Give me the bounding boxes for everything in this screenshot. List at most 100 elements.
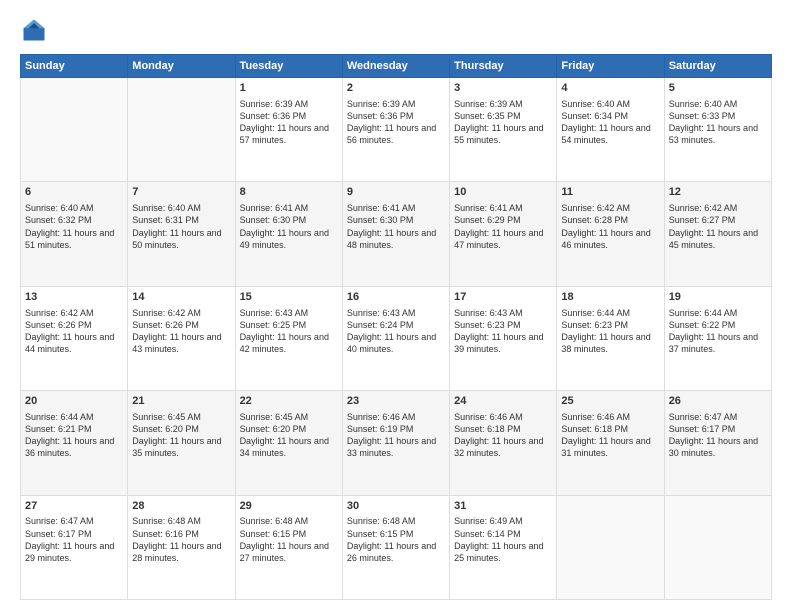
calendar-cell: 8Sunrise: 6:41 AMSunset: 6:30 PMDaylight…	[235, 182, 342, 286]
weekday-header-friday: Friday	[557, 55, 664, 78]
calendar-cell: 31Sunrise: 6:49 AMSunset: 6:14 PMDayligh…	[450, 495, 557, 599]
day-number: 22	[240, 394, 338, 409]
calendar-cell: 19 Sunrise: 6:44 AMSunset: 6:22 PMDayligh…	[664, 286, 771, 390]
calendar-cell: 28Sunrise: 6:48 AMSunset: 6:16 PMDayligh…	[128, 495, 235, 599]
weekday-header-saturday: Saturday	[664, 55, 771, 78]
day-number: 13	[25, 290, 123, 305]
calendar-cell: 9 Sunrise: 6:41 AMSunset: 6:30 PMDaylight…	[342, 182, 449, 286]
day-info: Sunrise: 6:44 AMSunset: 6:21 PMDaylight:…	[25, 411, 123, 460]
day-number: 24	[454, 394, 552, 409]
calendar-cell	[557, 495, 664, 599]
calendar-cell: 12 Sunrise: 6:42 AMSunset: 6:27 PMDayligh…	[664, 182, 771, 286]
calendar-cell: 15 Sunrise: 6:43 AMSunset: 6:25 PMDayligh…	[235, 286, 342, 390]
calendar-cell: 22Sunrise: 6:45 AMSunset: 6:20 PMDayligh…	[235, 391, 342, 495]
day-number: 14	[132, 290, 230, 305]
calendar-cell: 29Sunrise: 6:48 AMSunset: 6:15 PMDayligh…	[235, 495, 342, 599]
day-number: 29	[240, 499, 338, 514]
day-number: 10	[454, 185, 552, 200]
day-info: Sunrise: 6:42 AMSunset: 6:27 PMDaylight:…	[669, 202, 767, 251]
calendar-cell: 21 Sunrise: 6:45 AMSunset: 6:20 PMDayligh…	[128, 391, 235, 495]
day-number: 21	[132, 394, 230, 409]
calendar-cell: 5 Sunrise: 6:40 AMSunset: 6:33 PMDaylight…	[664, 78, 771, 182]
weekday-header-row: SundayMondayTuesdayWednesdayThursdayFrid…	[21, 55, 772, 78]
calendar-cell: 17 Sunrise: 6:43 AMSunset: 6:23 PMDayligh…	[450, 286, 557, 390]
calendar-cell: 18Sunrise: 6:44 AMSunset: 6:23 PMDayligh…	[557, 286, 664, 390]
day-info: Sunrise: 6:46 AMSunset: 6:18 PMDaylight:…	[454, 411, 552, 460]
calendar-cell: 10 Sunrise: 6:41 AMSunset: 6:29 PMDayligh…	[450, 182, 557, 286]
day-number: 5	[669, 81, 767, 96]
week-row-5: 27Sunrise: 6:47 AMSunset: 6:17 PMDayligh…	[21, 495, 772, 599]
day-number: 4	[561, 81, 659, 96]
day-info: Sunrise: 6:45 AMSunset: 6:20 PMDaylight:…	[132, 411, 230, 460]
week-row-1: 1 Sunrise: 6:39 AMSunset: 6:36 PMDaylight…	[21, 78, 772, 182]
day-info: Sunrise: 6:48 AMSunset: 6:16 PMDaylight:…	[132, 515, 230, 564]
calendar-cell: 27Sunrise: 6:47 AMSunset: 6:17 PMDayligh…	[21, 495, 128, 599]
day-info: Sunrise: 6:39 AMSunset: 6:35 PMDaylight:…	[454, 98, 552, 147]
day-number: 26	[669, 394, 767, 409]
weekday-header-wednesday: Wednesday	[342, 55, 449, 78]
day-info: Sunrise: 6:41 AMSunset: 6:29 PMDaylight:…	[454, 202, 552, 251]
day-info: Sunrise: 6:46 AMSunset: 6:19 PMDaylight:…	[347, 411, 445, 460]
day-number: 19	[669, 290, 767, 305]
calendar-cell: 30Sunrise: 6:48 AMSunset: 6:15 PMDayligh…	[342, 495, 449, 599]
calendar-cell: 16 Sunrise: 6:43 AMSunset: 6:24 PMDayligh…	[342, 286, 449, 390]
day-info: Sunrise: 6:43 AMSunset: 6:23 PMDaylight:…	[454, 307, 552, 356]
logo-icon	[20, 16, 48, 44]
day-number: 15	[240, 290, 338, 305]
day-info: Sunrise: 6:46 AMSunset: 6:18 PMDaylight:…	[561, 411, 659, 460]
calendar-cell: 1 Sunrise: 6:39 AMSunset: 6:36 PMDaylight…	[235, 78, 342, 182]
logo	[20, 16, 52, 44]
day-number: 27	[25, 499, 123, 514]
day-info: Sunrise: 6:42 AMSunset: 6:28 PMDaylight:…	[561, 202, 659, 251]
day-number: 23	[347, 394, 445, 409]
day-info: Sunrise: 6:40 AMSunset: 6:31 PMDaylight:…	[132, 202, 230, 251]
day-number: 7	[132, 185, 230, 200]
day-number: 1	[240, 81, 338, 96]
day-number: 9	[347, 185, 445, 200]
calendar-cell	[21, 78, 128, 182]
day-info: Sunrise: 6:40 AMSunset: 6:32 PMDaylight:…	[25, 202, 123, 251]
day-number: 11	[561, 185, 659, 200]
weekday-header-monday: Monday	[128, 55, 235, 78]
week-row-4: 20 Sunrise: 6:44 AMSunset: 6:21 PMDayligh…	[21, 391, 772, 495]
day-number: 31	[454, 499, 552, 514]
day-info: Sunrise: 6:49 AMSunset: 6:14 PMDaylight:…	[454, 515, 552, 564]
calendar-cell: 26 Sunrise: 6:47 AMSunset: 6:17 PMDayligh…	[664, 391, 771, 495]
calendar-cell	[128, 78, 235, 182]
day-number: 25	[561, 394, 659, 409]
calendar-cell: 25 Sunrise: 6:46 AMSunset: 6:18 PMDayligh…	[557, 391, 664, 495]
day-number: 12	[669, 185, 767, 200]
day-number: 3	[454, 81, 552, 96]
weekday-header-tuesday: Tuesday	[235, 55, 342, 78]
day-info: Sunrise: 6:44 AMSunset: 6:22 PMDaylight:…	[669, 307, 767, 356]
day-number: 20	[25, 394, 123, 409]
day-number: 16	[347, 290, 445, 305]
day-info: Sunrise: 6:42 AMSunset: 6:26 PMDaylight:…	[25, 307, 123, 356]
day-info: Sunrise: 6:43 AMSunset: 6:25 PMDaylight:…	[240, 307, 338, 356]
weekday-header-thursday: Thursday	[450, 55, 557, 78]
calendar-cell: 23 Sunrise: 6:46 AMSunset: 6:19 PMDayligh…	[342, 391, 449, 495]
day-info: Sunrise: 6:48 AMSunset: 6:15 PMDaylight:…	[240, 515, 338, 564]
day-info: Sunrise: 6:39 AMSunset: 6:36 PMDaylight:…	[240, 98, 338, 147]
day-info: Sunrise: 6:48 AMSunset: 6:15 PMDaylight:…	[347, 515, 445, 564]
day-number: 30	[347, 499, 445, 514]
weekday-header-sunday: Sunday	[21, 55, 128, 78]
calendar-cell: 7 Sunrise: 6:40 AMSunset: 6:31 PMDaylight…	[128, 182, 235, 286]
calendar-cell: 6 Sunrise: 6:40 AMSunset: 6:32 PMDaylight…	[21, 182, 128, 286]
day-info: Sunrise: 6:47 AMSunset: 6:17 PMDaylight:…	[669, 411, 767, 460]
day-info: Sunrise: 6:40 AMSunset: 6:33 PMDaylight:…	[669, 98, 767, 147]
day-info: Sunrise: 6:40 AMSunset: 6:34 PMDaylight:…	[561, 98, 659, 147]
week-row-3: 13 Sunrise: 6:42 AMSunset: 6:26 PMDayligh…	[21, 286, 772, 390]
day-info: Sunrise: 6:39 AMSunset: 6:36 PMDaylight:…	[347, 98, 445, 147]
calendar-cell: 20 Sunrise: 6:44 AMSunset: 6:21 PMDayligh…	[21, 391, 128, 495]
day-info: Sunrise: 6:41 AMSunset: 6:30 PMDaylight:…	[347, 202, 445, 251]
calendar-cell: 4 Sunrise: 6:40 AMSunset: 6:34 PMDaylight…	[557, 78, 664, 182]
calendar-cell: 14Sunrise: 6:42 AMSunset: 6:26 PMDayligh…	[128, 286, 235, 390]
day-number: 18	[561, 290, 659, 305]
day-number: 6	[25, 185, 123, 200]
calendar-cell: 24 Sunrise: 6:46 AMSunset: 6:18 PMDayligh…	[450, 391, 557, 495]
week-row-2: 6 Sunrise: 6:40 AMSunset: 6:32 PMDaylight…	[21, 182, 772, 286]
calendar-cell: 2Sunrise: 6:39 AMSunset: 6:36 PMDaylight…	[342, 78, 449, 182]
day-number: 17	[454, 290, 552, 305]
day-info: Sunrise: 6:43 AMSunset: 6:24 PMDaylight:…	[347, 307, 445, 356]
